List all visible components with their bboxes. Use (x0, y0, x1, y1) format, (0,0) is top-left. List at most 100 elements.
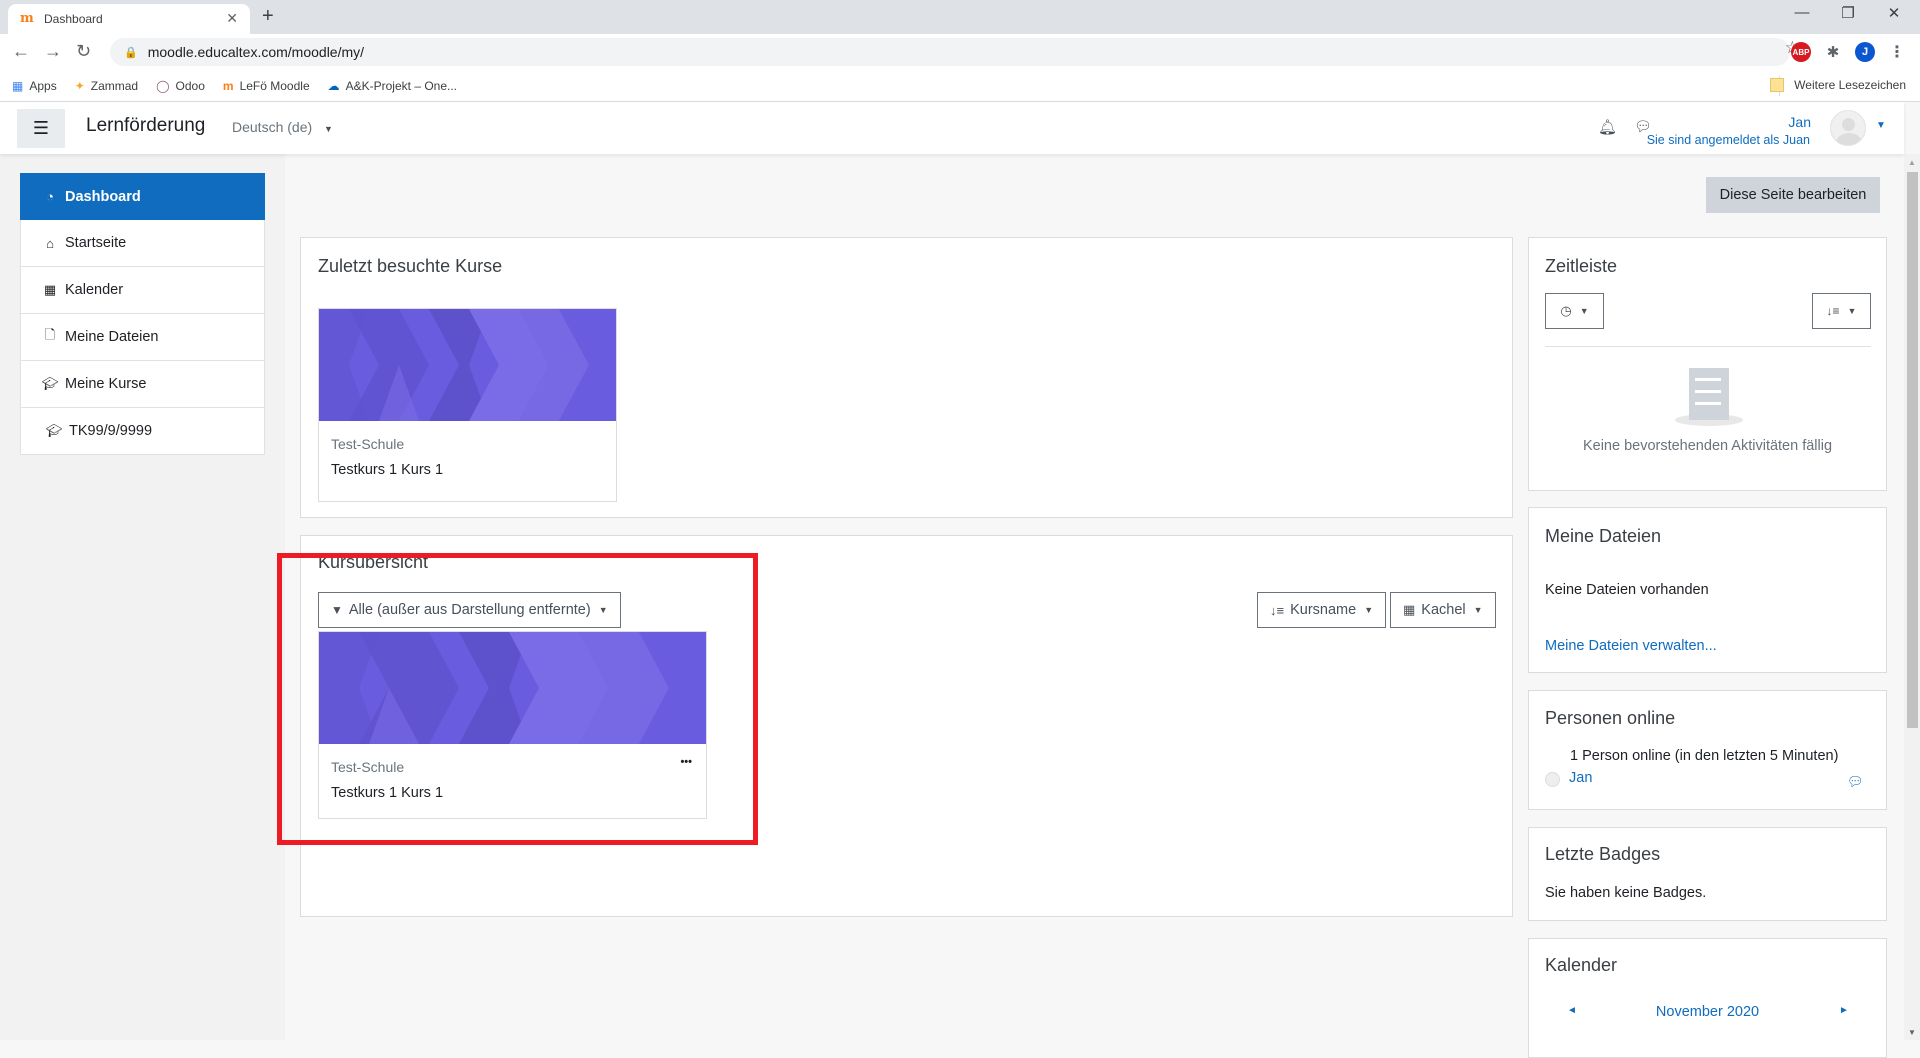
timeline-day-filter[interactable]: ◷ ▼ (1545, 293, 1604, 329)
notification-bell-icon[interactable]: 🔔︎ (1598, 118, 1617, 136)
sidebar-item-startseite[interactable]: ⌂ Startseite (20, 220, 265, 267)
sidebar-item-kalender[interactable]: ▦ Kalender (20, 267, 265, 314)
caret-down-icon: ▼ (598, 605, 608, 615)
course-filter-dropdown[interactable]: ▼ Alle (außer aus Darstellung entfernte)… (318, 592, 621, 628)
apps-grid-icon: ▦ (12, 78, 24, 93)
drawer-toggle-button[interactable]: ☰ (17, 109, 65, 148)
clock-icon: ◷ (1560, 303, 1572, 318)
timeline-block: Zeitleiste ◷ ▼ ↓≡ ▼ Keine bevorstehenden… (1528, 237, 1887, 491)
sidebar-item-dashboard[interactable]: ◔ Dashboard (20, 173, 265, 220)
back-icon[interactable]: ← (12, 41, 30, 62)
adblock-icon[interactable]: ABP (1791, 42, 1811, 62)
caret-down-icon: ▼ (324, 124, 333, 134)
block-title: Zuletzt besuchte Kurse (318, 256, 503, 276)
empty-list-icon (1675, 368, 1743, 430)
course-actions-menu-icon[interactable]: ••• (680, 756, 692, 768)
edit-page-button[interactable]: Diese Seite bearbeiten (1706, 177, 1880, 213)
bookmark-apps[interactable]: ▦ Apps (12, 79, 57, 93)
course-card[interactable]: Test-Schule Testkurs 1 Kurs 1 ••• (318, 631, 707, 819)
divider (1545, 346, 1871, 347)
course-name[interactable]: Testkurs 1 Kurs 1 (331, 462, 443, 478)
browser-tab-dashboard[interactable]: m Dashboard ✕ (8, 4, 250, 34)
course-card[interactable]: Test-Schule Testkurs 1 Kurs 1 (318, 308, 617, 502)
reload-icon[interactable]: ↻ (76, 41, 91, 62)
minimize-icon[interactable]: — (1780, 4, 1824, 21)
extensions-puzzle-icon[interactable]: ✱ (1823, 42, 1843, 62)
send-message-icon[interactable]: 💬︎ (1847, 774, 1864, 790)
no-files-text: Keine Dateien vorhanden (1545, 582, 1709, 598)
graduation-cap-icon: 🎓︎ (45, 423, 63, 438)
course-image[interactable] (319, 309, 616, 421)
timeline-empty-text: Keine bevorstehenden Aktivitäten fällig (1582, 438, 1833, 454)
no-badges-text: Sie haben keine Badges. (1545, 885, 1707, 901)
sidebar-item-meine-kurse[interactable]: 🎓︎ Meine Kurse (20, 361, 265, 408)
sort-icon: ↓≡ (1826, 304, 1840, 318)
bookmark-lefo-moodle[interactable]: m LeFö Moodle (223, 79, 310, 93)
next-month-icon[interactable]: ► (1839, 1005, 1849, 1016)
bookmark-ak-projekt[interactable]: ☁ A&K-Projekt – One... (328, 79, 457, 93)
address-bar: ← → ↻ 🔒 moodle.educaltex.com/moodle/my/ … (0, 34, 1920, 70)
browser-tab-bar: m Dashboard ✕ + — ❐ ✕ (0, 0, 1920, 34)
home-icon: ⌂ (46, 235, 54, 251)
my-files-block: Meine Dateien Keine Dateien vorhanden Me… (1528, 507, 1887, 673)
zammad-icon: ✦ (74, 78, 85, 93)
course-name[interactable]: Testkurs 1 Kurs 1 (331, 785, 443, 801)
url-input[interactable]: 🔒 moodle.educaltex.com/moodle/my/ (110, 38, 1790, 66)
filter-icon: ▼ (331, 603, 343, 617)
block-title: Kursübersicht (318, 552, 429, 572)
sidebar-item-meine-dateien[interactable]: 🗋 Meine Dateien (20, 314, 265, 361)
course-pattern (319, 309, 616, 421)
bookmarks-bar: ▦ Apps ✦ Zammad ◯ Odoo m LeFö Moodle ☁ A&K-Pr… (0, 70, 1920, 102)
caret-down-icon: ▼ (1364, 605, 1374, 615)
badges-block: Letzte Badges Sie haben keine Badges. (1528, 827, 1887, 921)
sort-icon: ↓≡ (1270, 602, 1285, 618)
calendar-month[interactable]: November 2020 (1529, 1004, 1886, 1020)
language-menu[interactable]: Deutsch (de) ▼ (232, 119, 333, 135)
block-title: Kalender (1545, 955, 1618, 975)
sidebar-nav: ◔ Dashboard ⌂ Startseite ▦ Kalender 🗋 Me… (20, 173, 265, 455)
dashboard-icon: ◔ (46, 189, 54, 204)
block-title: Meine Dateien (1545, 526, 1662, 546)
new-tab-button[interactable]: + (262, 5, 274, 28)
site-name[interactable]: Lernförderung (86, 115, 205, 137)
scroll-up-icon[interactable]: ▲ (1908, 158, 1916, 167)
course-category: Test-Schule (331, 436, 405, 452)
file-icon: 🗋 (44, 327, 56, 342)
close-tab-icon[interactable]: ✕ (226, 10, 238, 27)
odoo-icon: ◯ (156, 78, 170, 93)
caret-down-icon: ▼ (1579, 306, 1589, 316)
manage-files-link[interactable]: Meine Dateien verwalten... (1545, 638, 1717, 654)
block-title: Personen online (1545, 708, 1676, 728)
bookmark-odoo[interactable]: ◯ Odoo (156, 79, 205, 93)
user-avatar-small (1545, 772, 1560, 787)
scroll-down-icon[interactable]: ▼ (1908, 1028, 1916, 1037)
sort-dropdown[interactable]: ↓≡ Kursname ▼ (1257, 592, 1387, 628)
course-overview-block: Kursübersicht ▼ Alle (außer aus Darstell… (300, 535, 1513, 917)
logged-in-as[interactable]: Sie sind angemeldet als Juan (1647, 133, 1810, 147)
block-title: Letzte Badges (1545, 844, 1661, 864)
onedrive-icon: ☁ (327, 78, 340, 93)
online-user-link[interactable]: Jan (1569, 770, 1592, 786)
hamburger-icon: ☰ (32, 118, 50, 138)
forward-icon[interactable]: → (44, 41, 62, 62)
close-window-icon[interactable]: ✕ (1872, 4, 1916, 22)
user-menu-caret-icon[interactable]: ▼ (1876, 120, 1886, 131)
tab-title: Dashboard (44, 12, 103, 26)
timeline-sort-dropdown[interactable]: ↓≡ ▼ (1812, 293, 1871, 329)
bookmark-zammad[interactable]: ✦ Zammad (75, 79, 138, 93)
moodle-icon: m (20, 11, 34, 26)
other-bookmarks[interactable]: Weitere Lesezeichen (1770, 78, 1906, 92)
calendar-icon: ▦ (43, 282, 57, 297)
course-image[interactable] (319, 632, 706, 744)
view-dropdown[interactable]: ▦ Kachel ▼ (1390, 592, 1496, 628)
browser-menu-icon[interactable]: ⋮ (1887, 42, 1907, 62)
moodle-icon: m (222, 78, 234, 93)
caret-down-icon: ▼ (1473, 605, 1483, 615)
user-name[interactable]: Jan (1788, 114, 1811, 130)
graduation-cap-icon: 🎓︎ (41, 376, 59, 391)
profile-avatar[interactable]: J (1855, 42, 1875, 62)
user-avatar[interactable] (1830, 110, 1866, 146)
restore-icon[interactable]: ❐ (1826, 4, 1870, 22)
sidebar-item-course-tk99[interactable]: 🎓︎ TK99/9/9999 (20, 408, 265, 455)
scrollbar-thumb[interactable] (1907, 172, 1918, 728)
